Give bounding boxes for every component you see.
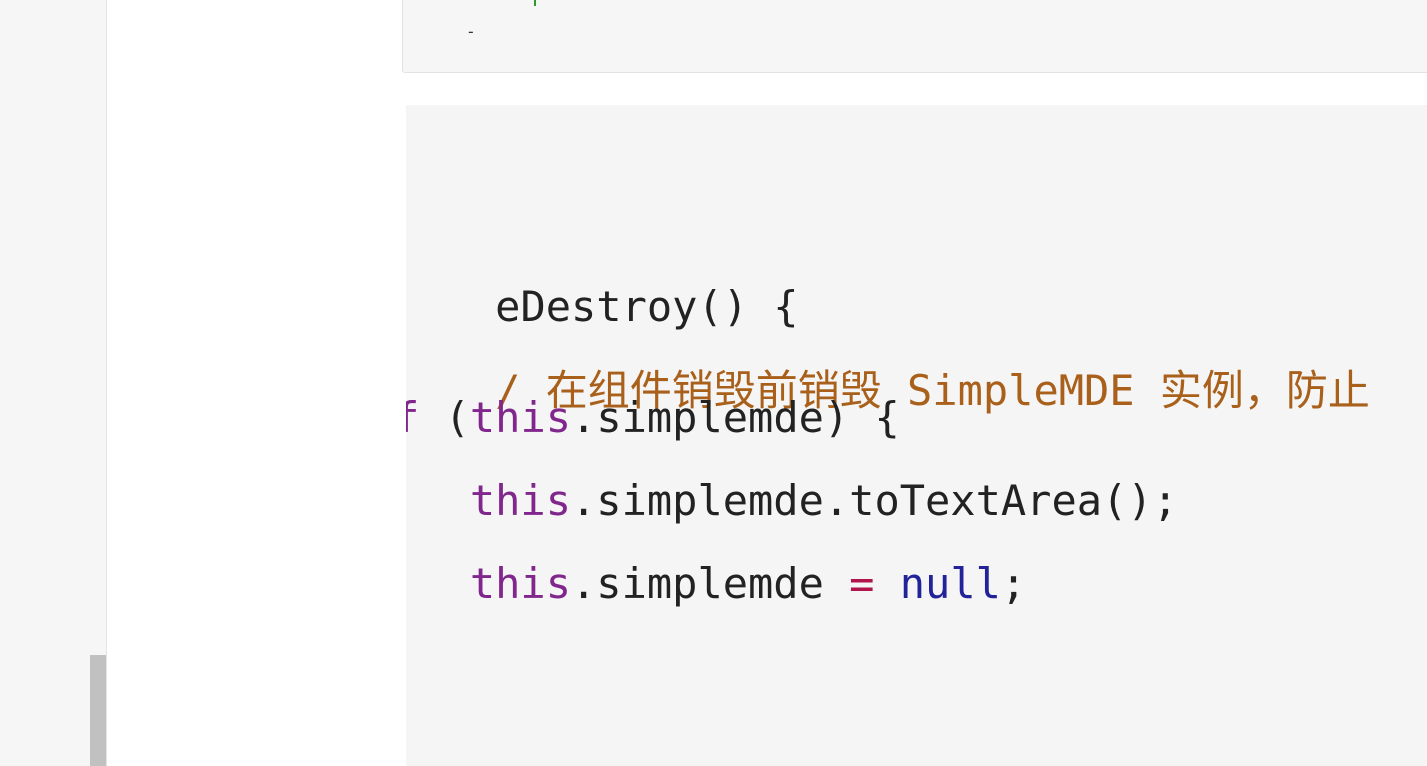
upper-code-block — [402, 0, 1427, 73]
code-keyword-this: this — [469, 393, 572, 442]
code-line-4: this.simplemde.toTextArea(); — [406, 473, 1178, 529]
code-keyword-this: this — [469, 476, 572, 525]
scrollbar-thumb[interactable] — [90, 655, 106, 766]
code-text: .simplemde.toTextArea(); — [571, 476, 1178, 525]
code-paren: ( — [419, 393, 470, 442]
code-text: .simplemde — [571, 559, 850, 608]
code-semicolon: ; — [1000, 559, 1027, 608]
code-line-5: this.simplemde = null; — [406, 556, 1026, 612]
upper-code-dash: - — [466, 22, 476, 41]
text-cursor — [534, 0, 536, 6]
code-null: null — [899, 559, 1001, 608]
code-keyword-this: this — [469, 559, 572, 608]
sidebar — [0, 0, 107, 766]
code-text: .simplemde) { — [571, 393, 900, 442]
code-keyword-if: f — [406, 393, 420, 442]
code-operator: = — [849, 559, 875, 608]
code-block[interactable]: eDestroy() { / 在组件销毁前销毁 SimpleMDE 实例，防止 … — [406, 105, 1427, 766]
code-line-3: f (this.simplemde) { — [406, 390, 900, 446]
